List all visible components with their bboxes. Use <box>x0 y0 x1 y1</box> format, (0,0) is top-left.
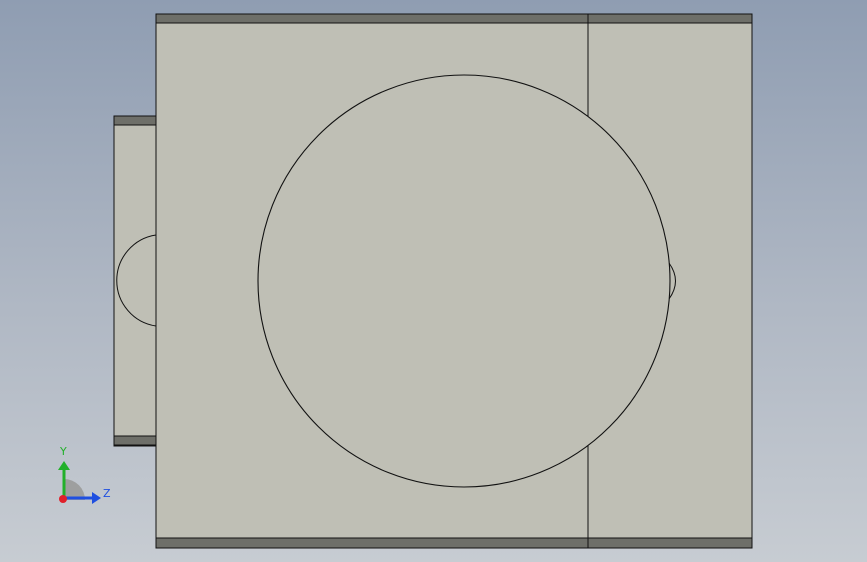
view-triad: Y Z <box>58 445 111 504</box>
z-axis-arrowhead <box>92 492 101 504</box>
y-axis-label: Y <box>59 445 67 458</box>
main-block-bottom-flange <box>155 537 753 549</box>
z-axis-label: Z <box>103 487 111 500</box>
left-port <box>113 115 157 447</box>
x-axis-dot <box>59 495 67 503</box>
bore-circle <box>257 74 671 488</box>
left-port-bottom-flange <box>113 435 157 446</box>
main-block-top-flange <box>155 13 753 24</box>
left-port-body <box>113 115 157 447</box>
graphics-viewport[interactable]: Y Z <box>0 0 867 562</box>
y-axis-arrowhead <box>58 461 70 470</box>
model-view[interactable]: Y Z <box>0 0 867 562</box>
left-port-top-flange <box>113 115 157 126</box>
